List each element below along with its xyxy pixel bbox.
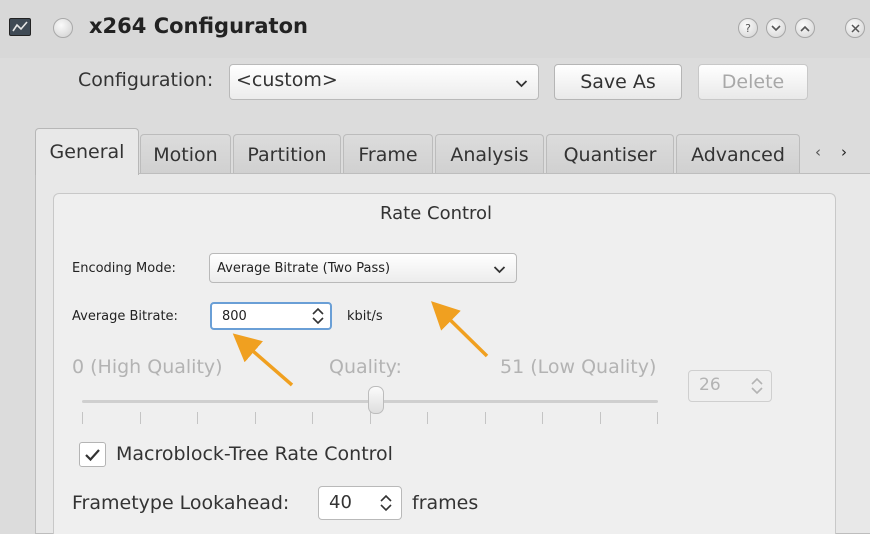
average-bitrate-label: Average Bitrate:	[72, 309, 178, 324]
configuration-select[interactable]: <custom>	[229, 64, 539, 100]
quality-min-label: 0 (High Quality)	[72, 356, 223, 378]
lookahead-value: 40	[329, 492, 352, 513]
quality-label: Quality:	[329, 356, 402, 378]
lookahead-label: Frametype Lookahead:	[72, 492, 290, 514]
encoding-mode-select[interactable]: Average Bitrate (Two Pass)	[209, 253, 517, 283]
mbtree-label: Macroblock-Tree Rate Control	[116, 443, 393, 465]
slider-tick	[82, 412, 83, 424]
maximize-icon[interactable]	[795, 18, 815, 38]
encoding-mode-value: Average Bitrate (Two Pass)	[217, 261, 391, 276]
chevron-down-icon	[493, 259, 506, 278]
spin-arrows-icon[interactable]	[379, 494, 393, 516]
average-bitrate-spinbox[interactable]: 800	[210, 302, 332, 330]
quality-slider[interactable]	[82, 386, 658, 434]
configuration-value: <custom>	[236, 69, 338, 91]
quality-spinbox[interactable]: 26	[688, 370, 772, 402]
window-menu-button[interactable]	[53, 18, 73, 38]
tab-scroll-left-icon[interactable]: ‹	[815, 143, 821, 161]
slider-ticks	[82, 412, 658, 426]
slider-tick	[485, 412, 486, 424]
slider-tick	[312, 412, 313, 424]
tab-frame[interactable]: Frame	[343, 134, 433, 174]
quality-max-label: 51 (Low Quality)	[500, 356, 657, 378]
rate-control-title: Rate Control	[380, 203, 493, 224]
help-icon[interactable]: ?	[738, 18, 758, 38]
average-bitrate-value: 800	[222, 309, 247, 324]
tab-analysis[interactable]: Analysis	[435, 134, 544, 174]
tab-partition[interactable]: Partition	[233, 134, 341, 174]
slider-tick	[140, 412, 141, 424]
tab-scroll-right-icon[interactable]: ›	[841, 143, 847, 161]
spin-arrows-icon[interactable]	[311, 307, 325, 329]
app-icon	[9, 18, 31, 36]
average-bitrate-unit: kbit/s	[347, 309, 383, 324]
slider-handle[interactable]	[368, 386, 384, 414]
slider-tick	[427, 412, 428, 424]
save-as-button[interactable]: Save As	[554, 64, 682, 100]
mbtree-checkbox[interactable]	[79, 442, 106, 467]
slider-tick	[370, 412, 371, 424]
chevron-down-icon	[515, 73, 528, 92]
lookahead-unit: frames	[412, 492, 479, 514]
encoding-mode-label: Encoding Mode:	[72, 261, 176, 276]
slider-tick	[255, 412, 256, 424]
configuration-label: Configuration:	[78, 69, 214, 91]
spin-arrows-icon[interactable]	[750, 377, 764, 399]
slider-tick	[542, 412, 543, 424]
tab-quantiser[interactable]: Quantiser	[546, 134, 674, 174]
window-title: x264 Configuraton	[89, 14, 308, 38]
slider-tick	[657, 412, 658, 424]
tab-general[interactable]: General	[35, 128, 139, 175]
slider-tick	[600, 412, 601, 424]
close-icon[interactable]	[845, 18, 865, 38]
delete-button[interactable]: Delete	[698, 64, 808, 100]
minimize-icon[interactable]	[766, 18, 786, 38]
tab-motion[interactable]: Motion	[140, 134, 231, 174]
quality-value: 26	[699, 375, 721, 395]
lookahead-spinbox[interactable]: 40	[318, 486, 402, 520]
tab-advanced[interactable]: Advanced	[676, 134, 800, 174]
slider-tick	[197, 412, 198, 424]
